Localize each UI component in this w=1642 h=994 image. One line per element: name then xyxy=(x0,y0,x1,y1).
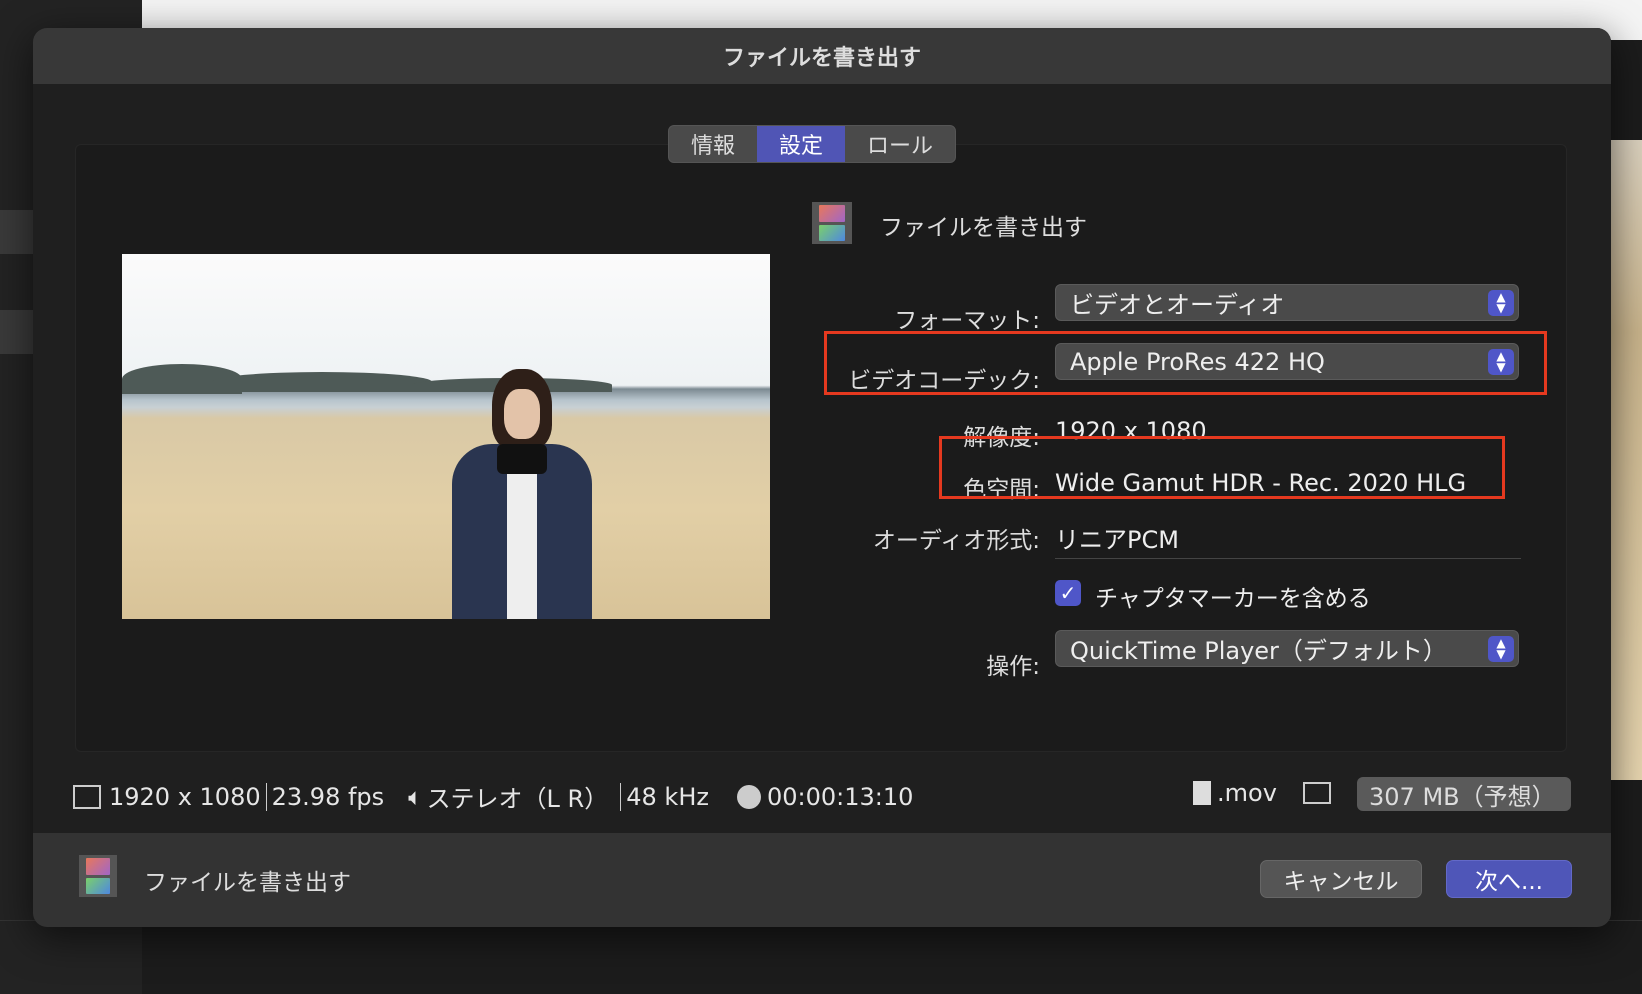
background-viewer xyxy=(1608,140,1642,780)
format-value: ビデオとオーディオ xyxy=(1070,291,1285,319)
tab-settings[interactable]: 設定 xyxy=(757,126,846,162)
clock-icon xyxy=(736,784,761,809)
action-select[interactable]: QuickTime Player（デフォルト） ▲ ▼ xyxy=(1055,630,1519,667)
status-resolution: 1920 x 1080 23.98 fps 🔈︎ ステレオ（L R） 48 kH… xyxy=(73,779,913,814)
audio-format-value: リニアPCM xyxy=(1055,526,1179,554)
chapter-markers-checkbox[interactable]: ✓ xyxy=(1055,580,1081,606)
video-preview xyxy=(122,254,770,619)
stepper-icon: ▲ ▼ xyxy=(1488,636,1514,662)
highlight-box-codec xyxy=(824,331,1547,395)
tab-roles[interactable]: ロール xyxy=(845,126,955,162)
estimated-size: 307 MB（予想） xyxy=(1357,777,1571,811)
film-icon xyxy=(79,855,117,897)
next-button[interactable]: 次へ... xyxy=(1446,860,1572,898)
divider xyxy=(1055,558,1521,559)
tab-info[interactable]: 情報 xyxy=(669,126,757,162)
action-label: 操作: xyxy=(986,654,1040,680)
stepper-icon: ▲ ▼ xyxy=(1488,290,1514,316)
hill xyxy=(212,372,432,392)
extension-text: .mov xyxy=(1217,779,1277,807)
chapter-markers-label: チャプタマーカーを含める xyxy=(1095,586,1371,612)
channels-text: ステレオ（L R） xyxy=(426,785,609,813)
monitor-icon xyxy=(1302,782,1331,804)
dialog-title: ファイルを書き出す xyxy=(33,28,1611,84)
resolution-text: 1920 x 1080 xyxy=(109,782,261,811)
export-dialog: ファイルを書き出す 情報 設定 ロール ファイルを書き出す フォーマット: ビデ… xyxy=(33,28,1611,927)
action-value: QuickTime Player（デフォルト） xyxy=(1070,637,1447,665)
file-icon xyxy=(1193,781,1211,805)
tab-bar: 情報 設定 ロール xyxy=(668,125,957,163)
format-select[interactable]: ビデオとオーディオ ▲ ▼ xyxy=(1055,284,1519,321)
footer: ファイルを書き出す キャンセル 次へ... xyxy=(33,833,1611,927)
background-bar xyxy=(0,310,34,354)
frame-icon xyxy=(73,784,101,809)
duration-text: 00:00:13:10 xyxy=(766,782,914,811)
fps-text: 23.98 fps xyxy=(271,782,385,811)
rate-text: 48 kHz xyxy=(626,782,709,811)
highlight-box-colorspace xyxy=(939,436,1505,499)
cancel-button[interactable]: キャンセル xyxy=(1260,860,1422,898)
header-title: ファイルを書き出す xyxy=(880,215,1087,241)
background-bar xyxy=(0,210,34,254)
film-icon xyxy=(812,202,852,244)
footer-title: ファイルを書き出す xyxy=(144,870,351,896)
audio-format-label: オーディオ形式: xyxy=(872,528,1040,554)
speaker-icon: 🔈︎ xyxy=(408,782,423,811)
person xyxy=(452,369,592,619)
status-file: .mov xyxy=(1193,779,1331,807)
format-label: フォーマット: xyxy=(894,308,1040,334)
